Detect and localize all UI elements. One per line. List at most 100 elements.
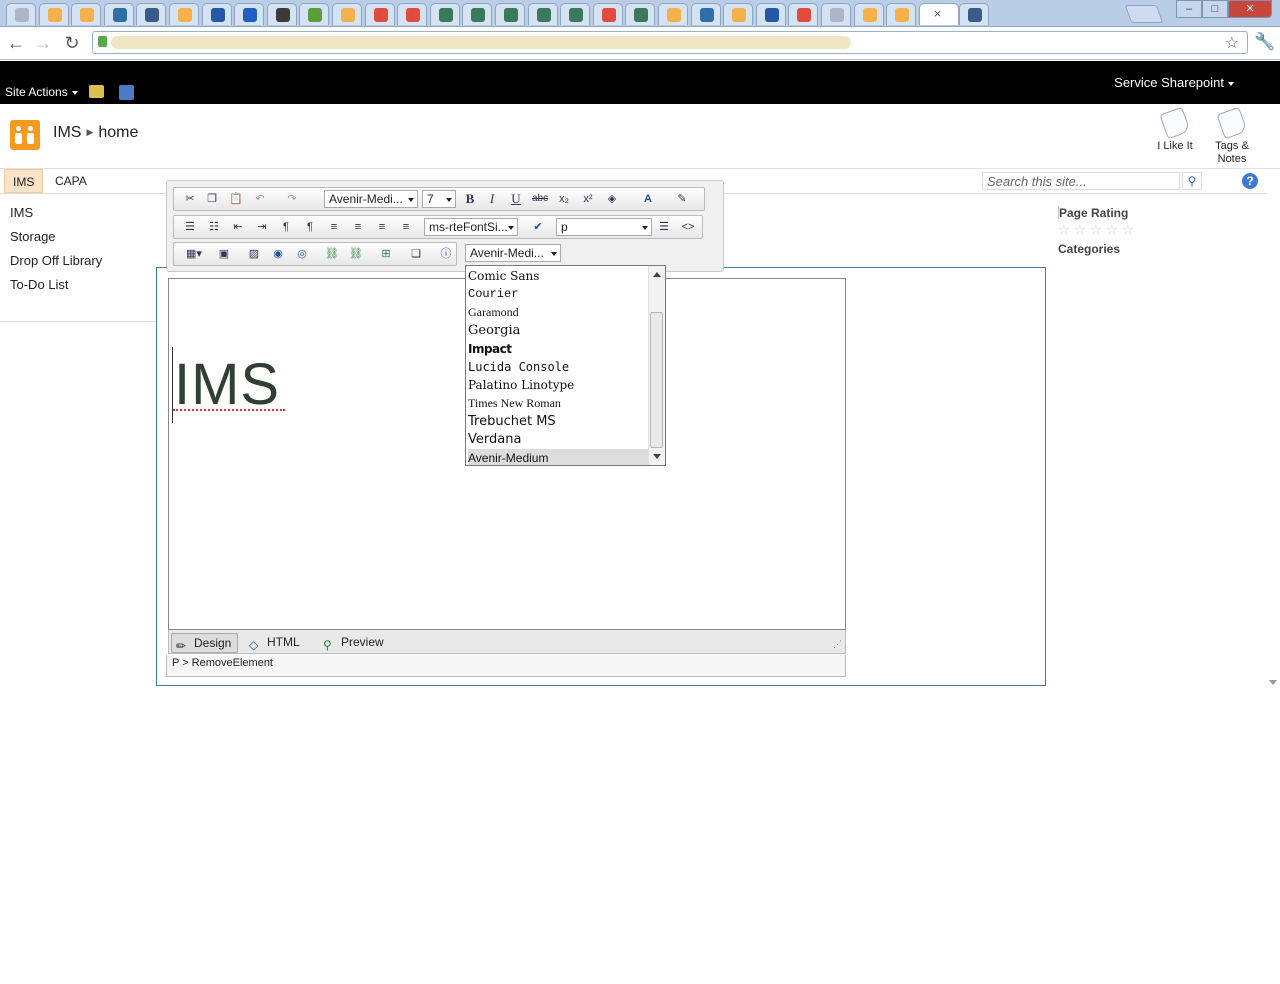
source-icon[interactable]: <> bbox=[680, 219, 696, 235]
spellcheck-icon[interactable]: ✔ bbox=[530, 219, 546, 235]
style-class-select[interactable]: ms-rteFontSi... bbox=[424, 218, 518, 236]
topnav-item-capa[interactable]: CAPA bbox=[47, 169, 95, 193]
insert-snippet-icon[interactable]: ⊞ bbox=[378, 246, 394, 262]
ltr-icon[interactable]: ¶ bbox=[278, 219, 294, 235]
superscript-icon[interactable]: x² bbox=[580, 191, 596, 207]
scroll-down-arrow-icon[interactable] bbox=[1269, 680, 1277, 685]
table-icon[interactable]: ▦▾ bbox=[182, 246, 206, 262]
browser-tab[interactable] bbox=[332, 3, 362, 25]
block-format-select[interactable]: p bbox=[556, 218, 652, 236]
help-icon[interactable]: ? bbox=[1242, 173, 1258, 189]
indent-icon[interactable]: ⇥ bbox=[254, 219, 270, 235]
flash-icon[interactable]: ◎ bbox=[294, 246, 310, 262]
edit-page-icon[interactable] bbox=[119, 85, 134, 100]
font-name-select-2[interactable]: Avenir-Medi... bbox=[465, 244, 561, 262]
browser-tab[interactable] bbox=[169, 3, 199, 25]
minimize-button[interactable]: – bbox=[1176, 0, 1202, 18]
font-option[interactable]: Courier bbox=[468, 285, 648, 303]
html-mode-tab[interactable]: ◇ HTML bbox=[245, 633, 306, 652]
resize-grip-icon[interactable]: ⋰ bbox=[833, 639, 842, 650]
rtl-icon[interactable]: ¶ bbox=[302, 219, 318, 235]
numbered-list-icon[interactable]: ☷ bbox=[206, 219, 222, 235]
browser-tab[interactable] bbox=[755, 3, 786, 25]
maximize-button[interactable]: □ bbox=[1202, 0, 1228, 18]
site-actions-menu[interactable]: Site Actions bbox=[5, 85, 78, 99]
media-icon[interactable]: ◉ bbox=[270, 246, 286, 262]
font-option[interactable]: Verdana bbox=[468, 431, 648, 449]
font-size-select[interactable]: 7 bbox=[422, 190, 456, 208]
topnav-item-ims[interactable]: IMS bbox=[4, 169, 44, 193]
template-icon[interactable]: ❏ bbox=[408, 246, 424, 262]
rating-star-icon[interactable]: ☆ bbox=[1058, 222, 1070, 238]
new-tab-button[interactable] bbox=[1124, 5, 1164, 23]
close-tab-icon[interactable]: × bbox=[934, 6, 942, 21]
font-option[interactable]: Trebuchet MS bbox=[468, 413, 648, 431]
redo-icon[interactable]: ↷ bbox=[284, 191, 300, 207]
help-icon[interactable]: ⓘ bbox=[438, 246, 454, 262]
outdent-icon[interactable]: ⇤ bbox=[230, 219, 246, 235]
font-option[interactable]: Palatino Linotype bbox=[468, 376, 648, 394]
form-icon[interactable]: ▣ bbox=[216, 246, 232, 262]
rating-star-icon[interactable]: ☆ bbox=[1122, 222, 1134, 238]
bold-icon[interactable]: B bbox=[462, 191, 478, 207]
address-bar[interactable]: ☆ bbox=[92, 31, 1248, 54]
browser-tab[interactable] bbox=[690, 3, 721, 25]
reload-button[interactable]: ↻ bbox=[61, 32, 83, 54]
navigate-up-icon[interactable] bbox=[89, 85, 104, 98]
copy-icon[interactable]: ❐ bbox=[204, 191, 220, 207]
subscript-icon[interactable]: x₂ bbox=[556, 191, 572, 207]
browser-tab[interactable] bbox=[364, 3, 395, 25]
link-icon[interactable]: ⛓ bbox=[324, 246, 340, 262]
back-button[interactable]: ← bbox=[5, 32, 27, 54]
highlight-color-icon[interactable]: ◈ bbox=[604, 191, 620, 207]
browser-tab[interactable] bbox=[658, 3, 688, 25]
bullet-list-icon[interactable]: ☰ bbox=[182, 219, 198, 235]
font-color-icon[interactable]: A bbox=[640, 191, 656, 207]
browser-tab[interactable] bbox=[560, 3, 591, 25]
font-option[interactable]: Comic Sans bbox=[468, 267, 648, 285]
font-dropdown-list[interactable]: Comic Sans Courier Garamond Georgia Impact Lu… bbox=[465, 265, 666, 466]
design-mode-tab[interactable]: ✏ Design bbox=[171, 633, 239, 653]
element-path[interactable]: P > RemoveElement bbox=[172, 657, 273, 669]
page-scrollbar[interactable] bbox=[1266, 193, 1280, 687]
rating-star-icon[interactable]: ☆ bbox=[1090, 222, 1102, 238]
browser-tab[interactable] bbox=[136, 3, 167, 25]
font-option[interactable]: Lucida Console bbox=[468, 358, 648, 376]
browser-tab[interactable] bbox=[462, 3, 493, 25]
browser-tab[interactable] bbox=[788, 3, 819, 25]
font-option[interactable]: Avenir-Medium bbox=[468, 449, 648, 465]
i-like-it-button[interactable]: I Like It bbox=[1156, 106, 1194, 153]
browser-tab[interactable] bbox=[397, 3, 428, 25]
browser-tab[interactable]: × bbox=[918, 3, 959, 25]
font-option[interactable]: Times New Roman bbox=[468, 394, 648, 412]
browser-tab[interactable] bbox=[723, 3, 754, 25]
format-painter-icon[interactable]: ✎ bbox=[674, 191, 690, 207]
user-menu[interactable]: Service Sharepoint bbox=[1114, 75, 1234, 90]
browser-tab[interactable] bbox=[958, 3, 989, 25]
browser-tab[interactable] bbox=[299, 3, 330, 25]
scroll-thumb[interactable] bbox=[650, 312, 663, 448]
rating-star-icon[interactable]: ☆ bbox=[1106, 222, 1118, 238]
bookmark-star-icon[interactable]: ☆ bbox=[1225, 33, 1239, 53]
search-icon[interactable]: ⚲ bbox=[1182, 172, 1202, 190]
editor-heading[interactable]: IMS bbox=[174, 351, 280, 418]
strikethrough-icon[interactable]: abc bbox=[532, 191, 548, 207]
font-option[interactable]: Garamond bbox=[468, 303, 648, 321]
quicklaunch-item-to-do-list[interactable]: To-Do List bbox=[10, 277, 69, 292]
justify-icon[interactable]: ≡ bbox=[398, 219, 414, 235]
underline-icon[interactable]: U bbox=[508, 191, 524, 207]
align-left-icon[interactable]: ≡ bbox=[326, 219, 342, 235]
browser-tab[interactable] bbox=[266, 3, 297, 25]
cut-icon[interactable]: ✂ bbox=[182, 191, 198, 207]
undo-icon[interactable]: ↶ bbox=[252, 191, 268, 207]
quicklaunch-item-storage[interactable]: Storage bbox=[10, 229, 56, 244]
preview-mode-tab[interactable]: ⚲ Preview bbox=[319, 633, 390, 652]
paste-icon[interactable]: 📋 bbox=[228, 191, 244, 207]
browser-tab[interactable] bbox=[592, 3, 623, 25]
site-logo-icon[interactable] bbox=[10, 120, 40, 150]
forward-button[interactable]: → bbox=[32, 32, 54, 54]
browser-tab[interactable] bbox=[429, 3, 460, 25]
image-icon[interactable]: ▨ bbox=[246, 246, 262, 262]
dropdown-scrollbar[interactable] bbox=[648, 266, 665, 465]
scroll-up-arrow-icon[interactable] bbox=[653, 272, 661, 277]
